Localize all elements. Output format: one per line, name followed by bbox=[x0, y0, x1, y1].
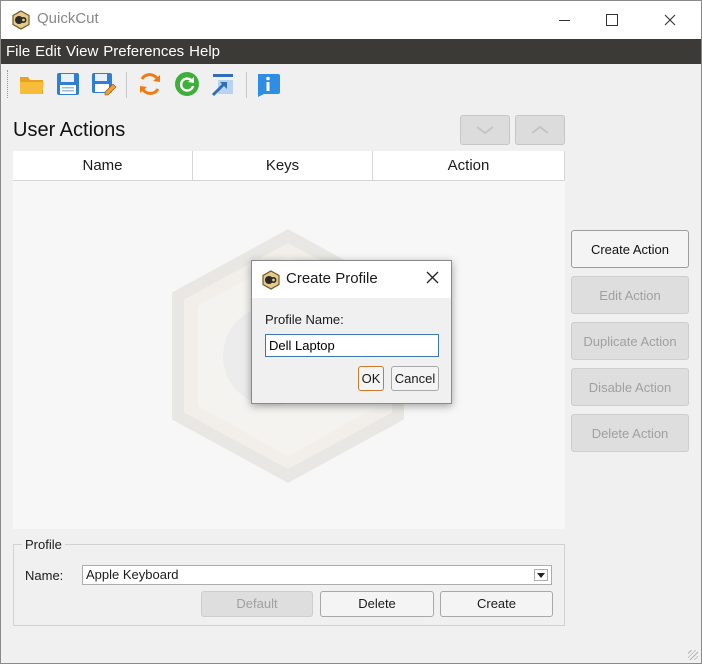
refresh-button[interactable] bbox=[173, 70, 201, 98]
about-button[interactable] bbox=[254, 70, 282, 98]
column-header-name[interactable]: Name bbox=[13, 151, 193, 180]
profile-select[interactable]: Apple Keyboard bbox=[82, 565, 552, 585]
move-up-button[interactable] bbox=[515, 115, 565, 145]
toolbar bbox=[1, 64, 701, 104]
profile-name-label: Name: bbox=[25, 568, 64, 583]
info-icon bbox=[258, 74, 280, 97]
toolbar-separator bbox=[126, 72, 127, 98]
ok-button[interactable]: OK bbox=[358, 366, 384, 391]
table-header: Name Keys Action bbox=[13, 151, 565, 181]
menu-preferences[interactable]: Preferences bbox=[103, 43, 184, 60]
column-header-keys[interactable]: Keys bbox=[193, 151, 373, 180]
window-title: QuickCut bbox=[37, 10, 99, 27]
reload-button[interactable] bbox=[136, 70, 164, 98]
open-button[interactable] bbox=[18, 70, 46, 98]
menu-view[interactable]: View bbox=[66, 43, 98, 60]
edit-action-button[interactable]: Edit Action bbox=[571, 276, 689, 314]
minimize-icon bbox=[558, 19, 570, 21]
refresh-icon bbox=[175, 72, 199, 96]
save-as-icon bbox=[92, 73, 117, 96]
toolbar-separator bbox=[246, 72, 247, 98]
close-button[interactable] bbox=[647, 1, 693, 39]
profile-selected-value: Apple Keyboard bbox=[86, 567, 179, 582]
main-window: QuickCut File Edit View Preferences Help bbox=[0, 0, 702, 664]
quickcut-logo-icon bbox=[262, 270, 280, 290]
open-folder-icon bbox=[20, 77, 44, 94]
reload-icon bbox=[140, 73, 160, 95]
dialog-title-bar: Create Profile bbox=[252, 261, 451, 298]
maximize-button[interactable] bbox=[589, 1, 635, 39]
resize-grip[interactable] bbox=[688, 650, 698, 660]
chevron-down-icon bbox=[476, 126, 494, 135]
close-icon bbox=[664, 14, 676, 26]
maximize-icon bbox=[606, 14, 618, 26]
minimize-button[interactable] bbox=[541, 1, 587, 39]
create-action-button[interactable]: Create Action bbox=[571, 230, 689, 268]
profile-group-title: Profile bbox=[22, 537, 65, 552]
cancel-button[interactable]: Cancel bbox=[391, 366, 439, 391]
default-profile-button[interactable]: Default bbox=[201, 591, 313, 617]
profile-name-label: Profile Name: bbox=[265, 312, 344, 327]
menu-edit[interactable]: Edit bbox=[35, 43, 61, 60]
delete-action-button[interactable]: Delete Action bbox=[571, 414, 689, 452]
export-button[interactable] bbox=[209, 70, 237, 98]
duplicate-action-button[interactable]: Duplicate Action bbox=[571, 322, 689, 360]
toolbar-grip[interactable] bbox=[7, 70, 10, 98]
title-bar: QuickCut bbox=[1, 1, 701, 39]
create-profile-dialog: Create Profile Profile Name: OK Cancel bbox=[251, 260, 452, 404]
dialog-title: Create Profile bbox=[286, 270, 378, 287]
dialog-close-button[interactable] bbox=[426, 271, 439, 287]
menu-help[interactable]: Help bbox=[189, 43, 220, 60]
quickcut-logo-icon bbox=[12, 10, 30, 30]
delete-profile-button[interactable]: Delete bbox=[320, 591, 434, 617]
move-down-button[interactable] bbox=[460, 115, 510, 145]
close-icon bbox=[426, 271, 439, 284]
dropdown-arrow-icon[interactable] bbox=[534, 569, 548, 581]
save-as-button[interactable] bbox=[90, 70, 118, 98]
menu-file[interactable]: File bbox=[1, 43, 30, 60]
profile-name-input[interactable] bbox=[265, 334, 439, 357]
user-actions-title: User Actions bbox=[13, 119, 126, 141]
disable-action-button[interactable]: Disable Action bbox=[571, 368, 689, 406]
save-icon bbox=[57, 73, 79, 95]
save-button[interactable] bbox=[54, 70, 82, 98]
menu-bar: File Edit View Preferences Help bbox=[1, 39, 701, 64]
export-icon bbox=[211, 74, 233, 97]
chevron-up-icon bbox=[531, 125, 549, 134]
column-header-action[interactable]: Action bbox=[373, 151, 565, 180]
create-profile-button[interactable]: Create bbox=[440, 591, 553, 617]
profile-group: Profile Name: Apple Keyboard Default Del… bbox=[13, 537, 565, 626]
